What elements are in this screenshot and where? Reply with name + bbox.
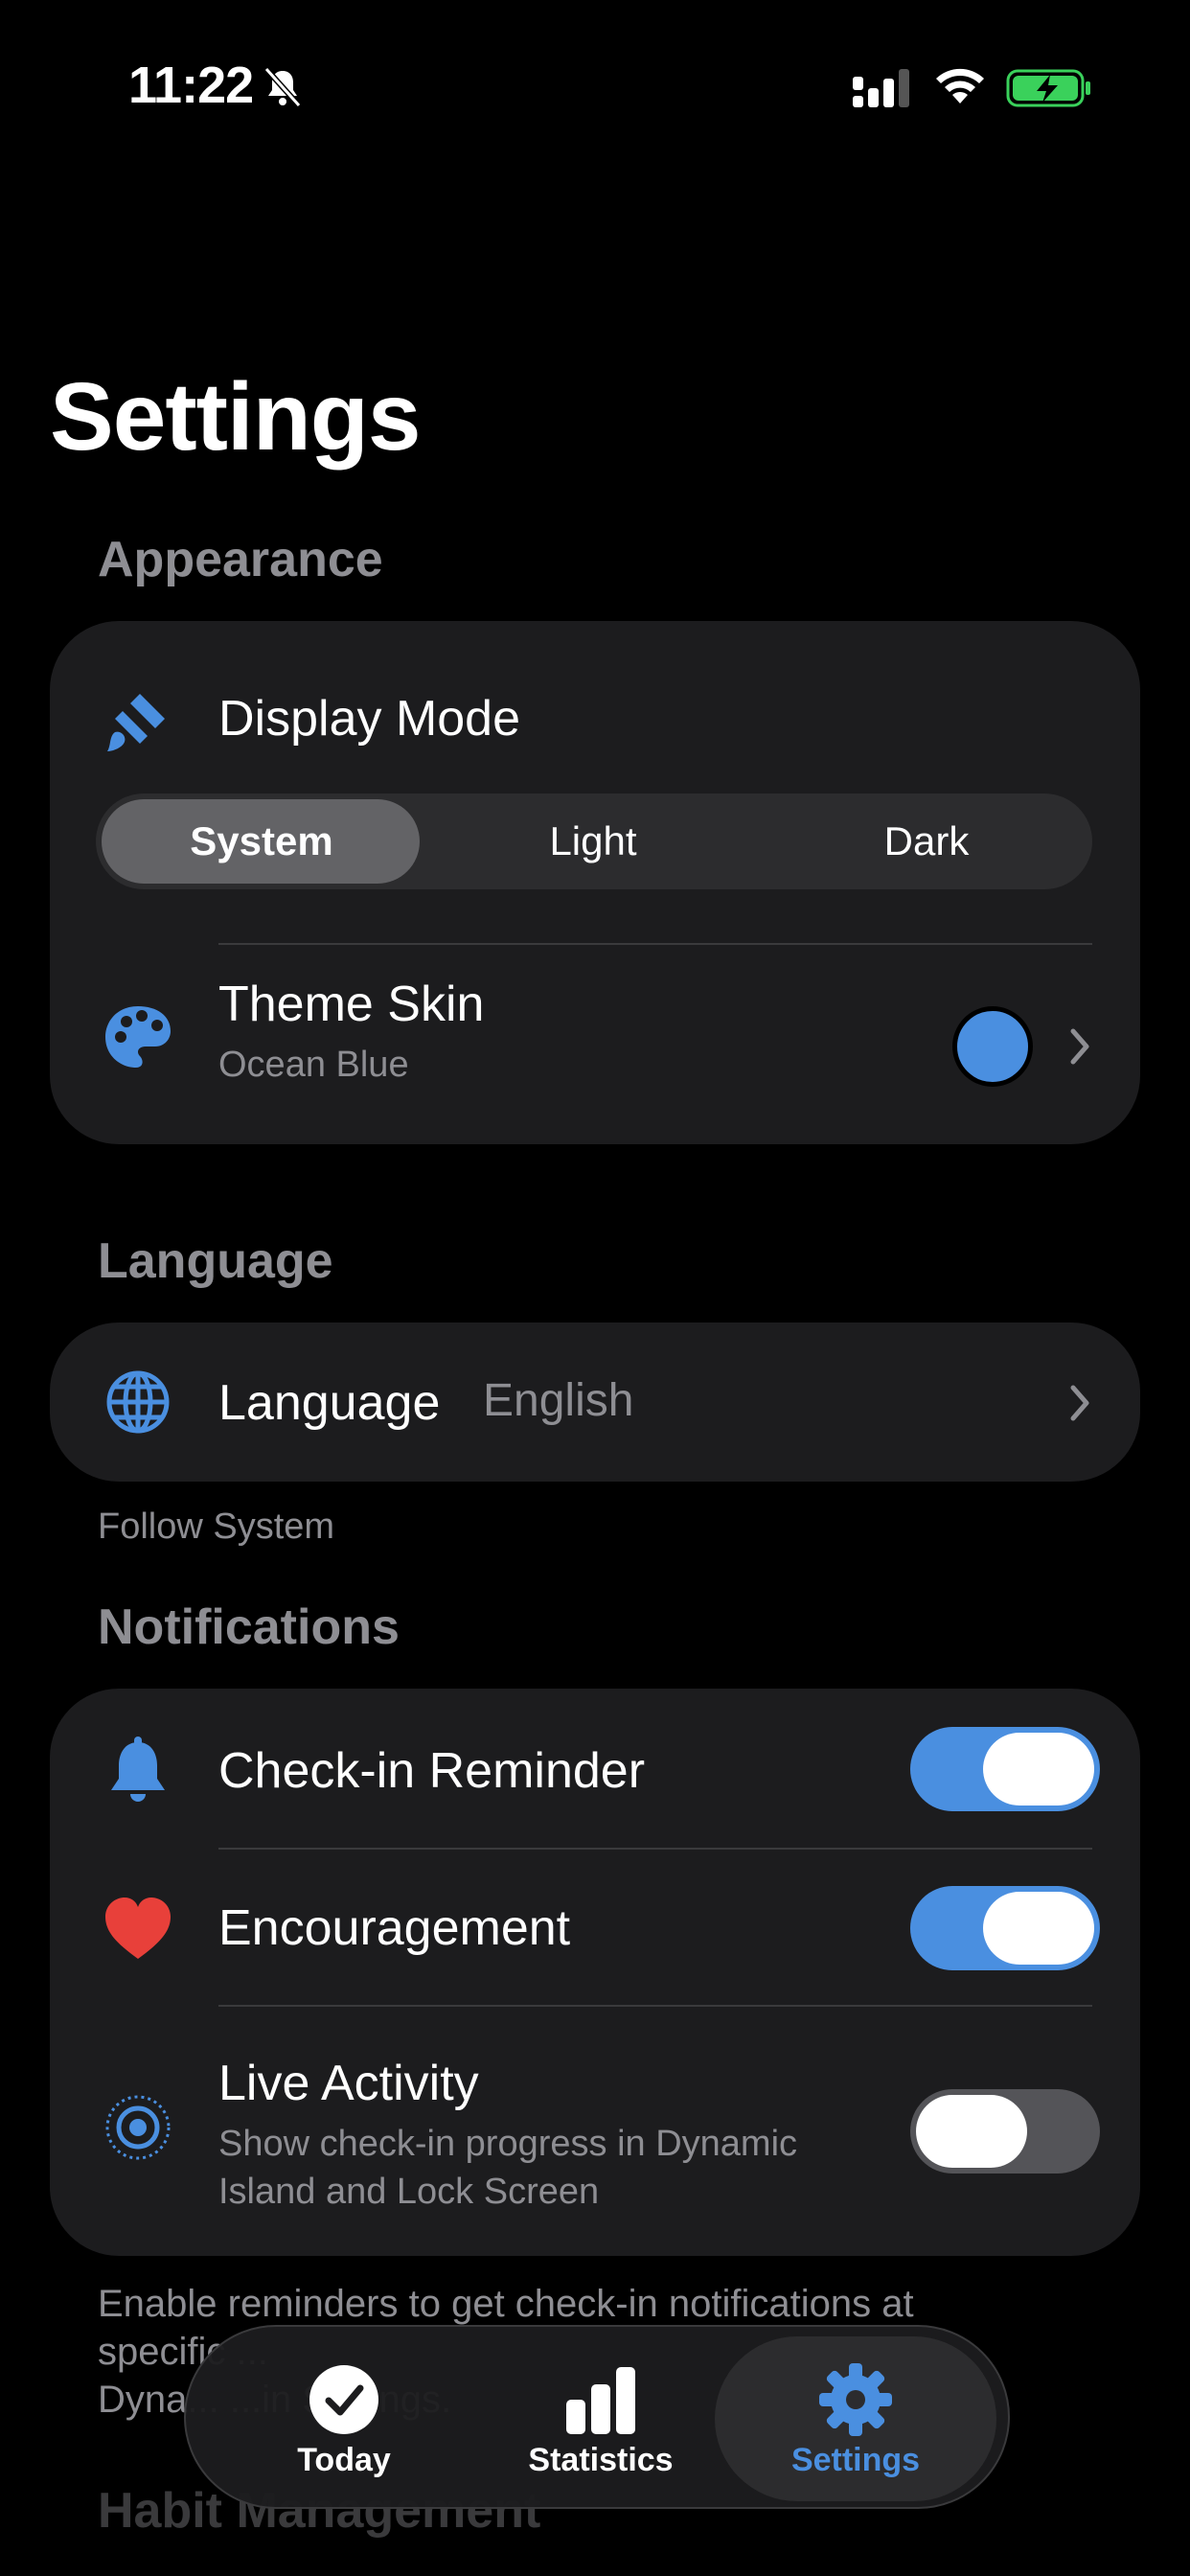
page-title: Settings xyxy=(50,363,421,471)
live-activity-icon xyxy=(102,2091,174,2164)
gear-icon xyxy=(819,2363,892,2436)
notifications-footnote-line-1: Enable reminders to get check-in notific… xyxy=(98,2283,914,2325)
chevron-right-icon xyxy=(1070,1028,1089,1065)
language-row[interactable]: Language English xyxy=(50,1322,1140,1482)
divider xyxy=(218,943,1092,945)
signal-icon xyxy=(853,69,909,107)
battery-charging-icon xyxy=(1006,69,1090,107)
display-mode-label: Display Mode xyxy=(218,691,521,747)
theme-skin-label: Theme Skin xyxy=(218,977,485,1032)
palette-icon xyxy=(102,1000,174,1073)
tab-bar: Today Statistics Settings xyxy=(184,2325,1010,2509)
theme-color-swatch xyxy=(952,1006,1033,1087)
tab-statistics-label: Statistics xyxy=(528,2442,674,2478)
divider xyxy=(218,2005,1092,2007)
bell-slash-icon xyxy=(263,66,302,108)
segment-dark[interactable]: Dark xyxy=(761,794,1092,889)
appearance-card: Display Mode System Light Dark Theme Ski… xyxy=(50,621,1140,1144)
encouragement-toggle[interactable] xyxy=(910,1886,1100,1970)
settings-screen: 11:22 Settings Appearance Display Mode S… xyxy=(0,0,1190,2576)
segment-light[interactable]: Light xyxy=(427,794,759,889)
paintbrush-icon xyxy=(102,684,174,757)
language-header: Language xyxy=(98,1233,333,1289)
tab-settings[interactable]: Settings xyxy=(715,2336,996,2501)
live-activity-label: Live Activity xyxy=(218,2056,479,2111)
language-footnote: Follow System xyxy=(98,1506,335,1547)
check-in-reminder-toggle[interactable] xyxy=(910,1727,1100,1811)
live-activity-subtitle-line-1: Show check-in progress in Dynamic xyxy=(218,2124,798,2164)
live-activity-toggle[interactable] xyxy=(910,2089,1100,2174)
bar-chart-icon xyxy=(566,2367,635,2434)
chevron-right-icon xyxy=(1070,1385,1089,1421)
language-value: English xyxy=(483,1375,634,1426)
notifications-card: Check-in Reminder Encouragement Live Act… xyxy=(50,1689,1140,2256)
tab-today[interactable]: Today xyxy=(215,2327,473,2511)
notifications-header: Notifications xyxy=(98,1599,400,1655)
display-mode-segmented-control[interactable]: System Light Dark xyxy=(96,794,1092,889)
checkmark-circle-icon xyxy=(309,2365,378,2434)
status-time: 11:22 xyxy=(128,57,254,114)
tab-settings-label: Settings xyxy=(790,2442,921,2478)
divider xyxy=(218,1848,1092,1850)
tab-today-label: Today xyxy=(297,2442,391,2478)
tab-statistics[interactable]: Statistics xyxy=(471,2327,730,2511)
globe-icon xyxy=(102,1366,174,1438)
language-label: Language xyxy=(218,1375,441,1431)
bell-icon xyxy=(102,1735,174,1807)
theme-skin-row[interactable]: Theme Skin Ocean Blue xyxy=(50,947,1140,1144)
heart-icon xyxy=(102,1894,174,1966)
encouragement-label: Encouragement xyxy=(218,1900,571,1956)
theme-skin-value: Ocean Blue xyxy=(218,1045,409,1085)
wifi-icon xyxy=(936,68,984,104)
live-activity-subtitle-line-2: Island and Lock Screen xyxy=(218,2172,600,2212)
check-in-reminder-label: Check-in Reminder xyxy=(218,1743,646,1799)
segment-system[interactable]: System xyxy=(96,794,427,889)
appearance-header: Appearance xyxy=(98,532,383,587)
